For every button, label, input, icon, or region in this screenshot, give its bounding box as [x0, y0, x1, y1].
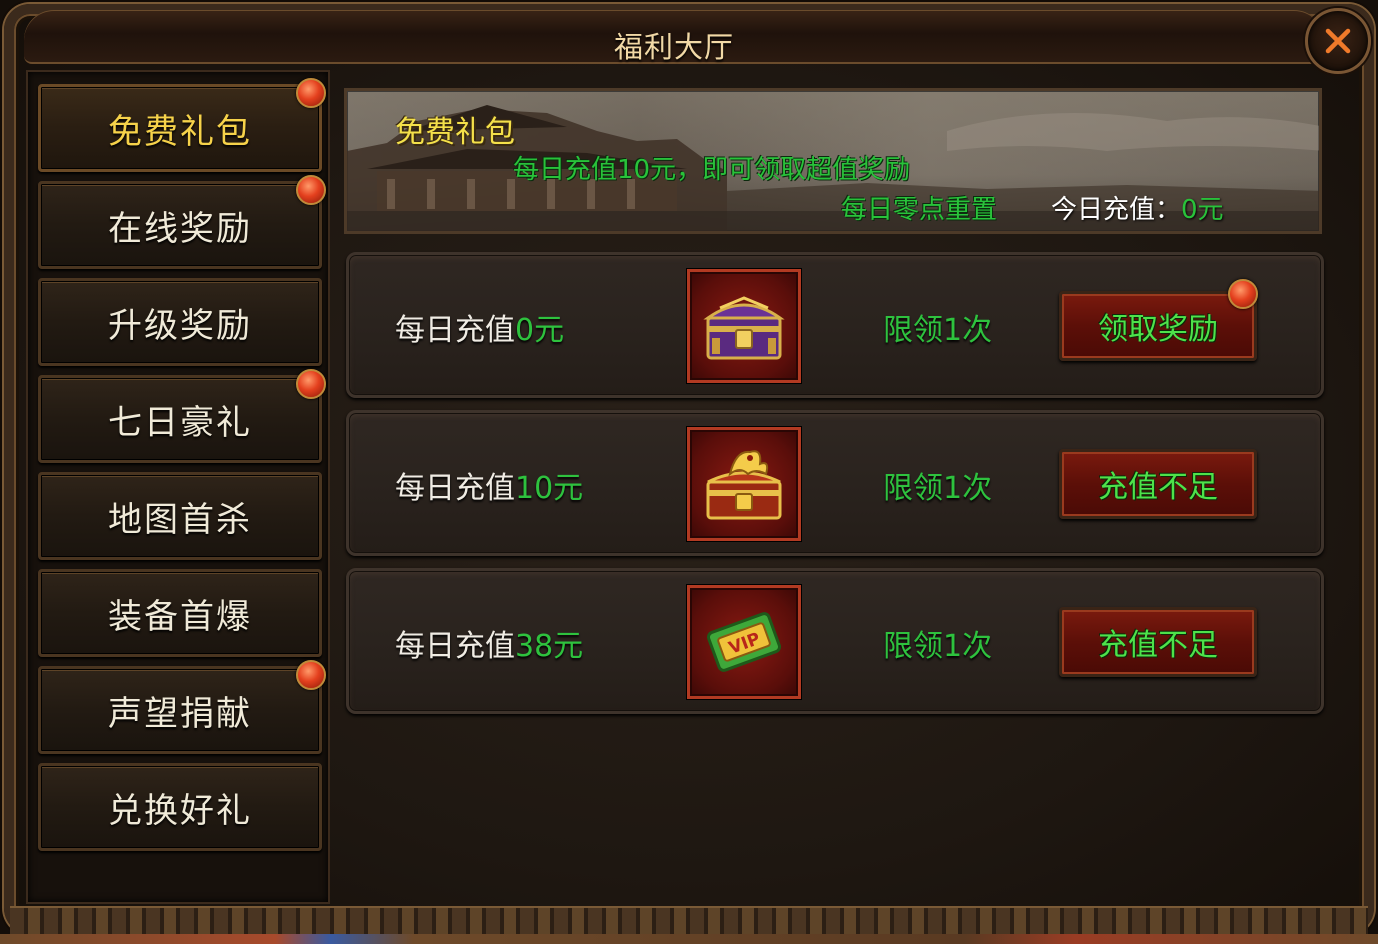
background-game-strip	[0, 934, 1378, 944]
sidebar-item-label: 兑换好礼	[108, 790, 252, 831]
reset-note: 每日零点重置	[841, 195, 998, 225]
reward-condition: 每日充值38元	[395, 621, 583, 665]
title-bar: 福利大厅	[24, 10, 1324, 64]
reward-row: 每日充值0元 限领1次 领取奖励	[346, 252, 1324, 398]
reward-condition-label: 每日充值	[395, 313, 515, 348]
today-recharge-value: 0元	[1181, 195, 1224, 225]
notification-badge	[296, 78, 326, 108]
claim-reward-button[interactable]: 领取奖励	[1059, 291, 1257, 361]
notification-badge	[1228, 279, 1258, 309]
sidebar-item-online-reward[interactable]: 在线奖励	[38, 181, 322, 269]
banner-subtitle: 每日充值10元，即可领取超值奖励	[513, 155, 911, 185]
sidebar-item-label: 装备首爆	[108, 596, 252, 637]
reward-row: 每日充值38元 VIP 限领1次 充值不足	[346, 568, 1324, 714]
sidebar-item-level-reward[interactable]: 升级奖励	[38, 278, 322, 366]
vip-card-icon: VIP	[706, 612, 782, 672]
insufficient-recharge-button[interactable]: 充值不足	[1059, 449, 1257, 519]
reward-amount: 0元	[515, 313, 565, 348]
notification-badge	[296, 369, 326, 399]
reward-condition-label: 每日充值	[395, 629, 515, 664]
sidebar-item-label: 升级奖励	[108, 305, 252, 346]
sidebar-item-label: 在线奖励	[108, 208, 252, 249]
frame-ornament-band	[10, 906, 1368, 936]
sidebar: 免费礼包 在线奖励 升级奖励 七日豪礼 地图首杀 装备首爆 声望捐献 兑换好礼	[26, 70, 330, 904]
reward-condition-label: 每日充值	[395, 471, 515, 506]
today-recharge: 今日充值：0元	[1051, 189, 1224, 226]
sidebar-item-label: 声望捐献	[108, 693, 252, 734]
sidebar-item-seven-day-gift[interactable]: 七日豪礼	[38, 375, 322, 463]
sidebar-item-label: 地图首杀	[108, 499, 252, 540]
reward-limit: 限领1次	[883, 629, 993, 664]
reward-condition: 每日充值10元	[395, 463, 583, 507]
close-button[interactable]	[1305, 8, 1371, 74]
claim-button-label: 充值不足	[1098, 628, 1218, 663]
reward-row: 每日充值10元 限领1次 充值不足	[346, 410, 1324, 556]
reward-amount: 38元	[515, 629, 584, 664]
sidebar-item-label: 七日豪礼	[108, 402, 252, 443]
banner-title: 免费礼包	[395, 115, 515, 150]
sidebar-item-label: 免费礼包	[108, 111, 252, 152]
reward-item-slot[interactable]	[687, 269, 801, 383]
insufficient-recharge-button[interactable]: 充值不足	[1059, 607, 1257, 677]
reward-condition: 每日充值0元	[395, 305, 564, 349]
reward-limit: 限领1次	[883, 471, 993, 506]
notification-badge	[296, 660, 326, 690]
sidebar-item-exchange-gift[interactable]: 兑换好礼	[38, 763, 322, 851]
close-icon	[1325, 28, 1351, 54]
reward-amount: 10元	[515, 471, 584, 506]
sidebar-item-reputation-donation[interactable]: 声望捐献	[38, 666, 322, 754]
claim-button-label: 充值不足	[1098, 470, 1218, 505]
sidebar-item-map-first-kill[interactable]: 地图首杀	[38, 472, 322, 560]
reward-limit: 限领1次	[883, 313, 993, 348]
free-gift-banner: 免费礼包 每日充值10元，即可领取超值奖励 每日零点重置 今日充值：0元	[344, 88, 1322, 234]
notification-badge	[296, 175, 326, 205]
sidebar-item-equipment-first-drop[interactable]: 装备首爆	[38, 569, 322, 657]
welfare-hall-window: 福利大厅 免费礼包 在线奖励 升级奖励 七日豪礼 地图首杀 装备首爆 声望捐献 …	[0, 0, 1378, 944]
today-recharge-label: 今日充值：	[1051, 195, 1182, 225]
reward-item-slot[interactable]	[687, 427, 801, 541]
window-title: 福利大厅	[613, 30, 734, 64]
golden-dragon-chest-icon	[706, 450, 782, 520]
sidebar-item-free-gift[interactable]: 免费礼包	[38, 84, 322, 172]
purple-treasure-chest-icon	[703, 296, 785, 360]
reward-item-slot[interactable]: VIP	[687, 585, 801, 699]
claim-button-label: 领取奖励	[1098, 312, 1218, 347]
